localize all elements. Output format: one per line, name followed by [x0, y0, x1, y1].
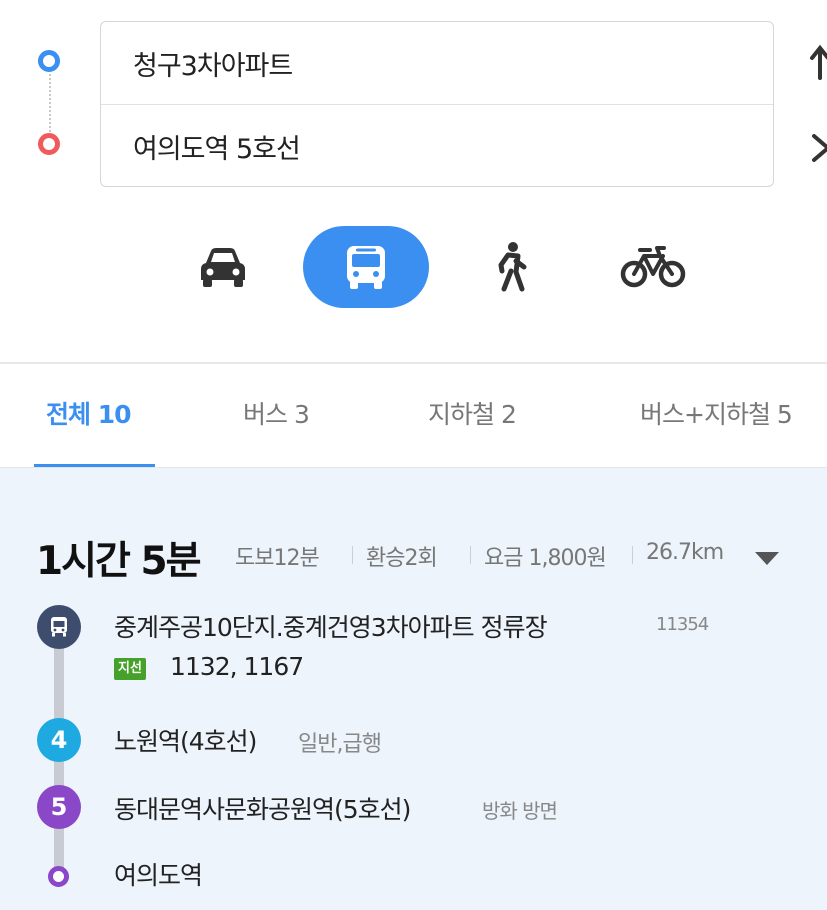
train-type: 일반,급행 [298, 732, 382, 757]
bus-route-numbers[interactable]: 1132, 1167 [170, 652, 304, 681]
route-search-box [100, 21, 774, 187]
timeline-segment-line5 [54, 826, 64, 868]
mode-bike-button[interactable] [608, 226, 698, 308]
tab-bus[interactable]: 버스 3 [243, 395, 310, 439]
swap-arrow-icon [810, 44, 827, 80]
meta-divider [632, 546, 633, 564]
route-more-button[interactable] [808, 128, 827, 168]
destination-end-dot-icon [48, 866, 69, 887]
bus-stop-id: 11354 [656, 614, 709, 635]
bike-icon [620, 246, 686, 288]
origin-dot-icon [38, 50, 60, 72]
subway-station-nowon[interactable]: 노원역(4호선) [114, 722, 257, 758]
mode-bus-button[interactable] [303, 226, 429, 308]
timeline-segment-line4 [54, 760, 64, 788]
bus-stop-name[interactable]: 중계주공10단지.중계건영3차아파트 정류장 [114, 608, 548, 644]
fare: 요금 1,800원 [484, 546, 607, 571]
meta-divider [352, 546, 353, 564]
total-duration: 1시간 5분 [36, 539, 201, 584]
origin-input[interactable] [131, 46, 735, 80]
destination-dot-icon [38, 133, 60, 155]
expand-caret-icon[interactable] [755, 552, 779, 565]
bus-icon [347, 246, 385, 289]
bus-type-badge: 지선 [114, 658, 146, 680]
walk-icon [498, 242, 527, 292]
train-direction: 방화 방면 [482, 799, 558, 823]
destination-station: 여의도역 [114, 861, 203, 890]
car-icon [201, 248, 245, 287]
walk-time: 도보12분 [235, 546, 320, 571]
origin-row [101, 22, 773, 105]
bus-icon [51, 617, 67, 637]
tab-all[interactable]: 전체 10 [46, 395, 131, 439]
destination-input[interactable] [131, 129, 735, 163]
subway-station-ddp[interactable]: 동대문역사문화공원역(5호선) [114, 790, 411, 826]
distance: 26.7km [646, 540, 724, 565]
chevron-right-icon [812, 134, 827, 162]
destination-row [101, 105, 773, 187]
tab-bus-subway[interactable]: 버스+지하철 5 [640, 395, 793, 439]
meta-divider [470, 546, 471, 564]
line5-marker: 5 [37, 785, 81, 829]
swap-route-button[interactable] [808, 42, 827, 82]
active-tab-indicator [34, 464, 155, 467]
mode-walk-button[interactable] [470, 226, 552, 308]
line4-marker: 4 [37, 718, 81, 762]
section-divider [0, 362, 827, 364]
mode-car-button[interactable] [182, 226, 264, 308]
timeline-segment-bus [54, 648, 64, 720]
tab-subway[interactable]: 지하철 2 [428, 395, 517, 439]
route-connector [49, 74, 51, 132]
transfer-count: 환승2회 [366, 546, 438, 571]
bus-stop-marker [37, 605, 81, 649]
